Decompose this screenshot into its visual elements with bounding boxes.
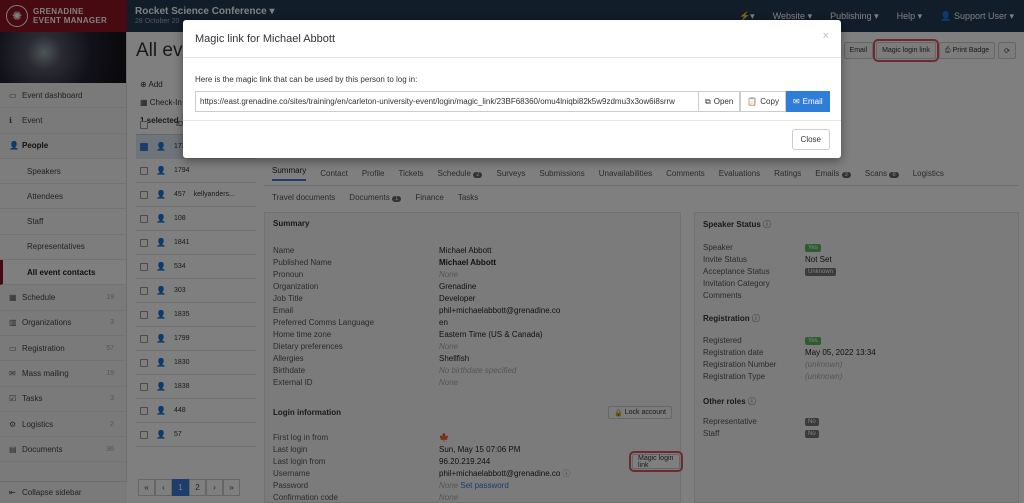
open-link-button[interactable]: ⧉ Open xyxy=(698,91,741,112)
modal-intro: Here is the magic link that can be used … xyxy=(195,75,418,84)
modal-footer: Close xyxy=(183,120,841,158)
magic-link-modal: Magic link for Michael Abbott × Here is … xyxy=(183,20,841,158)
close-button[interactable]: Close xyxy=(791,129,830,150)
close-icon[interactable]: × xyxy=(823,30,829,42)
magic-link-field[interactable]: https://east.grenadine.co/sites/training… xyxy=(195,91,698,112)
envelope-icon: ✉ xyxy=(792,97,800,106)
modal-title: Magic link for Michael Abbott xyxy=(183,20,841,58)
clipboard-icon: 📋 xyxy=(747,97,758,106)
external-link-icon: ⧉ xyxy=(705,96,711,106)
email-link-button[interactable]: ✉ Email xyxy=(785,91,830,112)
magic-link-row: https://east.grenadine.co/sites/training… xyxy=(195,91,830,112)
app-root: ✺ GRENADINEEVENT MANAGER Rocket Science … xyxy=(0,0,1024,503)
copy-link-button[interactable]: 📋 Copy xyxy=(740,91,786,112)
